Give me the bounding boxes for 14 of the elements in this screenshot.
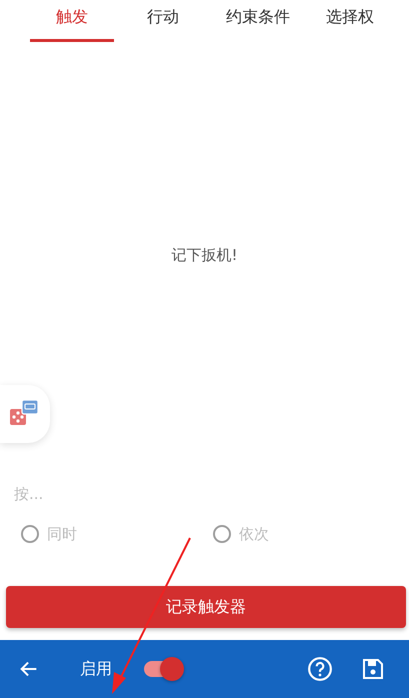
record-button[interactable]: 记录触发器 xyxy=(6,586,406,628)
tab[interactable]: 触发 xyxy=(30,0,114,42)
radio-label: 同时 xyxy=(47,524,77,544)
floating-button[interactable] xyxy=(0,385,50,443)
tab[interactable]: 选择权 xyxy=(304,0,396,42)
key-input-field[interactable]: 按... xyxy=(12,480,399,508)
gamepad-keyboard-icon xyxy=(10,400,40,428)
empty-message: 记下扳机! xyxy=(171,246,238,266)
radio-label: 依次 xyxy=(239,524,269,544)
enable-label: 启用 xyxy=(80,658,112,680)
save-icon[interactable] xyxy=(361,657,385,681)
tab[interactable]: 约束条件 xyxy=(212,0,304,42)
tab[interactable]: 行动 xyxy=(114,0,212,42)
help-icon[interactable] xyxy=(307,656,333,682)
